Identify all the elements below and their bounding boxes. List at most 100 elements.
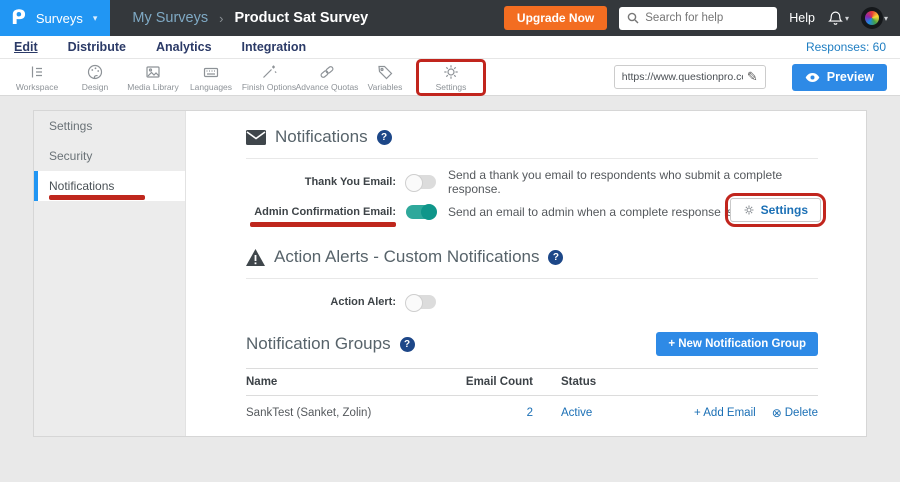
warning-icon bbox=[246, 249, 265, 266]
workspace-icon bbox=[28, 63, 46, 81]
main-area: Settings Security Notifications Notifica… bbox=[0, 96, 900, 482]
toolbar-workspace[interactable]: Workspace bbox=[8, 63, 66, 92]
palette-icon bbox=[86, 63, 104, 81]
chevron-down-icon: ▾ bbox=[884, 14, 888, 23]
questionpro-logo-icon: ᑭ bbox=[11, 8, 26, 28]
help-search bbox=[619, 7, 777, 30]
magic-wand-icon bbox=[260, 63, 278, 81]
table-row: SankTest (Sanket, Zolin) 2 Active + Add … bbox=[246, 396, 818, 429]
sidebar-item-notifications[interactable]: Notifications bbox=[34, 171, 185, 201]
search-input[interactable] bbox=[645, 12, 769, 24]
thank-you-email-row: Thank You Email: Send a thank you email … bbox=[246, 173, 818, 190]
breadcrumb: My Surveys › Product Sat Survey bbox=[132, 10, 368, 26]
toolbar-variables[interactable]: Variables bbox=[356, 63, 414, 92]
thank-you-email-description: Send a thank you email to respondents wh… bbox=[448, 168, 818, 196]
settings-highlight-annotation: Settings bbox=[416, 59, 486, 96]
settings-card: Settings Security Notifications Notifica… bbox=[33, 110, 867, 437]
header-name: Name bbox=[246, 376, 443, 388]
notification-groups-heading: Notification Groups ? bbox=[246, 334, 415, 354]
survey-url-box: ✎ bbox=[614, 65, 766, 89]
settings-sidebar: Settings Security Notifications bbox=[34, 111, 186, 436]
admin-confirmation-email-label: Admin Confirmation Email: bbox=[246, 206, 396, 218]
chevron-down-icon: ▾ bbox=[845, 14, 849, 23]
help-icon[interactable]: ? bbox=[400, 337, 415, 352]
bell-icon bbox=[827, 10, 844, 27]
edit-toolbar: Workspace Design Media Library Languages… bbox=[0, 59, 900, 96]
group-email-count-link[interactable]: 2 bbox=[443, 407, 533, 419]
thank-you-email-label: Thank You Email: bbox=[246, 176, 396, 188]
toolbar-settings[interactable]: Settings bbox=[422, 63, 480, 92]
help-icon[interactable]: ? bbox=[548, 250, 563, 265]
header-email-count: Email Count bbox=[443, 376, 533, 388]
new-notification-group-button[interactable]: + New Notification Group bbox=[656, 332, 818, 356]
breadcrumb-separator-icon: › bbox=[219, 11, 223, 26]
notifications-section-heading: Notifications ? bbox=[246, 127, 818, 147]
survey-nav: Edit Distribute Analytics Integration Re… bbox=[0, 36, 900, 59]
account-menu[interactable]: ▾ bbox=[861, 7, 888, 29]
toolbar-design[interactable]: Design bbox=[66, 63, 124, 92]
thank-you-email-toggle[interactable] bbox=[406, 175, 436, 189]
chevron-down-icon: ▾ bbox=[93, 13, 98, 24]
section-title: Notifications bbox=[275, 127, 368, 147]
image-icon bbox=[144, 63, 162, 81]
eye-icon bbox=[805, 72, 820, 83]
admin-email-settings-button[interactable]: Settings bbox=[730, 198, 821, 222]
help-icon[interactable]: ? bbox=[377, 130, 392, 145]
action-alert-toggle[interactable] bbox=[406, 295, 436, 309]
breadcrumb-my-surveys[interactable]: My Surveys bbox=[132, 10, 208, 26]
notifications-content: Notifications ? Thank You Email: Send a … bbox=[186, 111, 866, 436]
header-status: Status bbox=[533, 376, 643, 388]
red-underline-annotation bbox=[49, 195, 145, 200]
divider bbox=[246, 158, 818, 159]
admin-confirmation-email-toggle[interactable] bbox=[406, 205, 436, 219]
preview-button[interactable]: Preview bbox=[792, 64, 887, 91]
toolbar-right: ✎ Preview bbox=[614, 64, 892, 91]
table-header-row: Name Email Count Status bbox=[246, 368, 818, 396]
settings-button-highlight-annotation: Settings bbox=[725, 193, 826, 227]
toolbar-finish-options[interactable]: Finish Options bbox=[240, 63, 298, 92]
notifications-bell[interactable]: ▾ bbox=[827, 10, 849, 27]
tab-edit[interactable]: Edit bbox=[14, 40, 38, 54]
toolbar-advance-quotas[interactable]: Advance Quotas bbox=[298, 63, 356, 92]
sidebar-item-security[interactable]: Security bbox=[34, 141, 185, 171]
toolbar-languages[interactable]: Languages bbox=[182, 63, 240, 92]
action-alert-row: Action Alert: bbox=[246, 293, 818, 310]
help-link[interactable]: Help bbox=[789, 11, 815, 25]
tab-analytics[interactable]: Analytics bbox=[156, 40, 212, 54]
envelope-icon bbox=[246, 130, 266, 145]
row-actions: + Add Email ⊗ Delete bbox=[643, 406, 818, 420]
notification-groups-heading-bar: Notification Groups ? + New Notification… bbox=[246, 332, 818, 356]
edit-pencil-icon[interactable]: ✎ bbox=[747, 69, 758, 85]
survey-url-input[interactable] bbox=[622, 71, 743, 83]
breadcrumb-current-survey: Product Sat Survey bbox=[234, 10, 368, 26]
gear-icon bbox=[442, 63, 460, 81]
tag-icon bbox=[376, 63, 394, 81]
divider bbox=[246, 278, 818, 279]
group-name: SankTest (Sanket, Zolin) bbox=[246, 407, 443, 419]
surveys-menu[interactable]: ᑭ Surveys ▾ bbox=[0, 0, 110, 36]
admin-confirmation-email-row: Admin Confirmation Email: Send an email … bbox=[246, 203, 818, 220]
sidebar-item-settings[interactable]: Settings bbox=[34, 111, 185, 141]
search-icon bbox=[627, 12, 639, 24]
keyboard-icon bbox=[202, 63, 220, 81]
delete-circle-x-icon: ⊗ bbox=[772, 406, 782, 420]
chain-link-icon bbox=[318, 63, 336, 81]
tab-distribute[interactable]: Distribute bbox=[68, 40, 126, 54]
tab-integration[interactable]: Integration bbox=[242, 40, 307, 54]
responses-count[interactable]: Responses: 60 bbox=[806, 40, 886, 54]
gear-icon bbox=[743, 204, 755, 216]
section-title: Action Alerts - Custom Notifications bbox=[274, 247, 539, 267]
action-alert-label: Action Alert: bbox=[246, 296, 396, 308]
red-underline-annotation bbox=[250, 222, 396, 227]
add-email-link[interactable]: + Add Email bbox=[694, 406, 756, 420]
upgrade-now-button[interactable]: Upgrade Now bbox=[504, 6, 607, 30]
delete-link[interactable]: ⊗ Delete bbox=[772, 406, 818, 420]
surveys-menu-label: Surveys bbox=[36, 11, 83, 26]
notification-groups-table: Name Email Count Status SankTest (Sanket… bbox=[246, 368, 818, 429]
group-status-link[interactable]: Active bbox=[533, 407, 643, 419]
topbar-right: Upgrade Now Help ▾ ▾ bbox=[504, 6, 900, 30]
avatar bbox=[861, 7, 883, 29]
toolbar-media-library[interactable]: Media Library bbox=[124, 63, 182, 92]
action-alerts-section-heading: Action Alerts - Custom Notifications ? bbox=[246, 247, 818, 267]
section-title: Notification Groups bbox=[246, 334, 391, 354]
